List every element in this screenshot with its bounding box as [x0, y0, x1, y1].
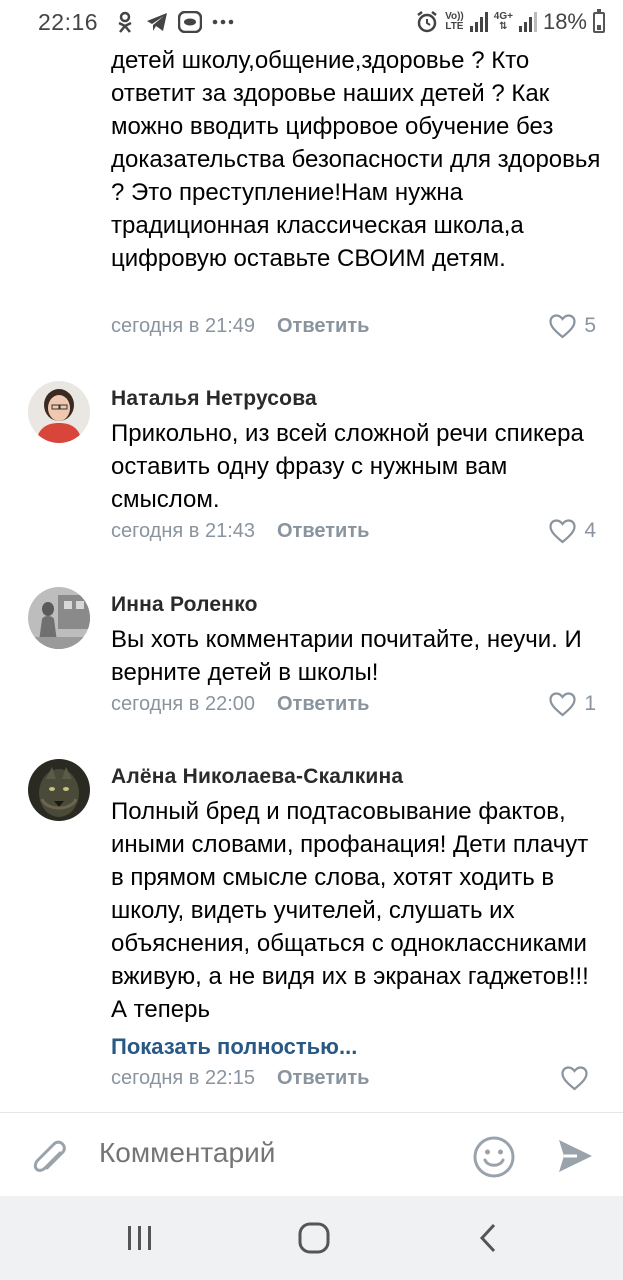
reply-button[interactable]: Ответить	[277, 693, 369, 716]
more-notifications-icon	[212, 19, 234, 25]
status-bar: 22:16 Vo)) LTE 4G+ ⇅ 18%	[0, 0, 623, 44]
comment-date: сегодня в 22:00	[111, 692, 255, 715]
reply-button[interactable]: Ответить	[277, 1067, 369, 1090]
battery-icon	[593, 8, 605, 33]
like-button[interactable]	[561, 1065, 596, 1091]
like-count: 4	[584, 519, 596, 542]
comment-input[interactable]	[99, 1137, 439, 1169]
reply-button[interactable]: Ответить	[277, 520, 369, 543]
avatar[interactable]	[28, 381, 90, 443]
home-icon[interactable]	[297, 1221, 331, 1255]
comment-author[interactable]: Наталья Нетрусова	[111, 387, 317, 411]
back-icon[interactable]	[472, 1221, 506, 1255]
signal-icon	[469, 12, 488, 32]
app-icon	[178, 11, 203, 33]
comment-author[interactable]: Инна Роленко	[111, 593, 258, 617]
like-count: 1	[584, 692, 596, 715]
system-navigation-bar	[0, 1196, 623, 1280]
send-arrow-icon[interactable]	[555, 1136, 595, 1176]
avatar[interactable]	[28, 759, 90, 821]
alarm-icon	[417, 11, 437, 33]
reply-button[interactable]: Ответить	[277, 315, 369, 338]
comment-text: Прикольно, из всей сложной речи спикера …	[111, 420, 584, 513]
ok-app-icon	[118, 11, 132, 33]
comment-meta: сегодня в 21:49 Ответить 5	[111, 313, 596, 339]
heart-icon	[561, 1065, 588, 1090]
comment-date: сегодня в 22:15	[111, 1066, 255, 1089]
comment-composer	[0, 1112, 623, 1196]
network-indicator: 4G+ ⇅	[493, 11, 513, 32]
like-count: 5	[584, 314, 596, 337]
like-button[interactable]: 1	[549, 691, 596, 717]
paperclip-icon[interactable]	[28, 1135, 70, 1177]
recents-icon[interactable]	[122, 1221, 156, 1255]
comment-text: Вы хоть комментарии почитайте, неучи. И …	[111, 626, 582, 686]
battery-percent: 18%	[542, 9, 587, 34]
comments-feed[interactable]: детей школу,общение,здоровье ? Кто ответ…	[0, 44, 623, 1112]
comment-meta: сегодня в 22:00 Ответить 1	[111, 691, 596, 717]
avatar[interactable]	[28, 587, 90, 649]
volte-indicator: Vo)) LTE	[445, 11, 464, 32]
comment-date: сегодня в 21:43	[111, 519, 255, 542]
heart-icon	[549, 518, 576, 543]
comment-date: сегодня в 21:49	[111, 314, 255, 337]
comment-text: Полный бред и подтасовывание фактов, ины…	[111, 798, 589, 1023]
comment-author[interactable]: Алёна Николаева-Скалкина	[111, 765, 403, 789]
telegram-icon	[147, 13, 168, 31]
show-more-link[interactable]: Показать полностью...	[111, 1034, 357, 1060]
heart-icon	[549, 313, 576, 338]
heart-icon	[549, 691, 576, 716]
signal-2-icon	[518, 12, 537, 32]
like-button[interactable]: 5	[549, 313, 596, 339]
comment-meta: сегодня в 21:43 Ответить 4	[111, 518, 596, 544]
like-button[interactable]: 4	[549, 518, 596, 544]
smiley-icon[interactable]	[472, 1135, 516, 1179]
comment-text: детей школу,общение,здоровье ? Кто ответ…	[111, 47, 601, 272]
comment-meta: сегодня в 22:15 Ответить	[111, 1065, 596, 1091]
clock: 22:16	[38, 8, 99, 35]
